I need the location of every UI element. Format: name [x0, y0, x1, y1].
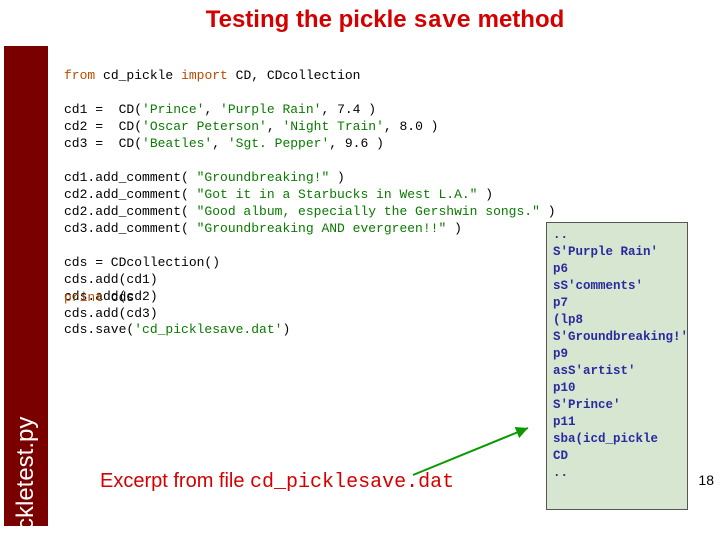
code-block: from cd_pickle import CD, CDcollection c…	[64, 67, 556, 322]
slide-title: Testing the pickle save method	[60, 6, 710, 35]
page-number: 18	[698, 472, 714, 488]
keyword-print: print	[64, 290, 103, 305]
excerpt-caption: Excerpt from file cd_picklesave.dat	[100, 470, 454, 494]
print-arg: cds	[103, 290, 134, 305]
excerpt-filename: cd_picklesave.dat	[250, 471, 454, 494]
save-prefix: cds.save(	[64, 322, 134, 337]
file-label-strip: cd_pickletest.py	[4, 46, 48, 526]
save-statement: cds.save('cd_picklesave.dat')	[64, 322, 290, 337]
pickle-output-box: .. S'Purple Rain' p6 sS'comments' p7 (lp…	[546, 222, 688, 510]
save-suffix: )	[282, 322, 290, 337]
title-prefix: Testing the pickle	[206, 6, 414, 33]
title-suffix: method	[471, 6, 564, 33]
excerpt-prefix: Excerpt from file	[100, 470, 250, 492]
save-filename-string: 'cd_picklesave.dat'	[134, 322, 282, 337]
filename-label: cd_pickletest.py	[12, 417, 40, 540]
title-method: save	[413, 8, 471, 35]
print-statement: print cds	[64, 290, 134, 305]
